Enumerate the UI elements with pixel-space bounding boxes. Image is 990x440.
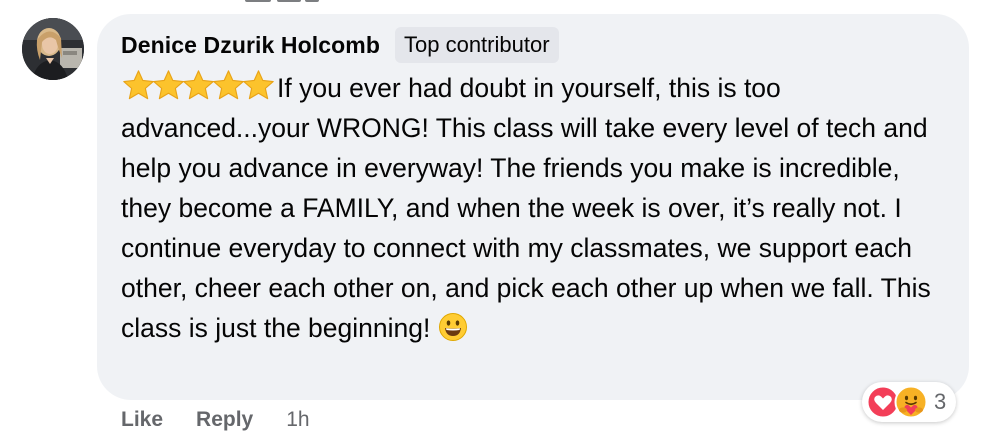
author-name[interactable]: Denice Dzurik Holcomb: [121, 32, 380, 59]
reaction-count: 3: [934, 389, 947, 414]
comment-body: If you ever had doubt in yourself, this …: [121, 73, 931, 343]
like-button[interactable]: Like: [121, 408, 163, 432]
comment-screen: Denice Dzurik Holcomb Top contributor If…: [0, 0, 990, 440]
timestamp[interactable]: 1h: [286, 408, 309, 432]
care-icon: [894, 385, 928, 419]
reply-button[interactable]: Reply: [196, 408, 253, 432]
avatar[interactable]: [22, 18, 84, 80]
comment-bubble: Denice Dzurik Holcomb Top contributor If…: [97, 14, 969, 400]
comment-actions: Like Reply 1h: [121, 405, 310, 435]
author-row: Denice Dzurik Holcomb Top contributor: [121, 26, 559, 64]
grinning-face-icon: [439, 313, 468, 341]
five-star-rating: [121, 69, 274, 101]
comment-text: If you ever had doubt in yourself, this …: [121, 68, 951, 348]
top-contributor-badge: Top contributor: [395, 27, 559, 63]
reactions-summary[interactable]: 3: [862, 382, 957, 422]
previous-comment-actions: [245, 0, 325, 2]
star-icon: [243, 70, 274, 100]
